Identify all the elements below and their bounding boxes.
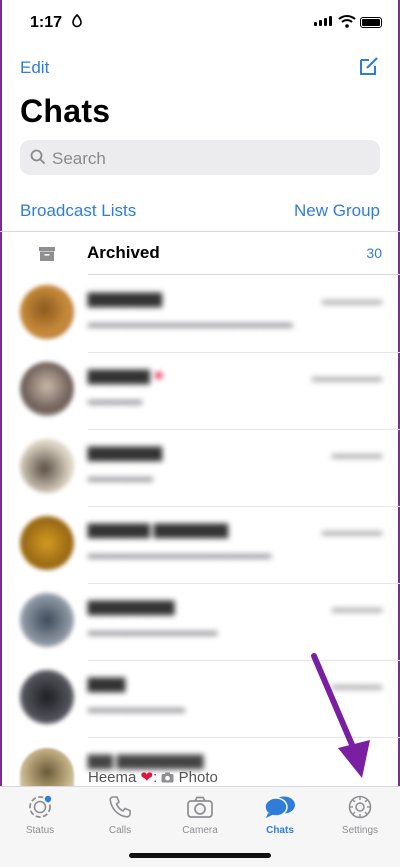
chat-row[interactable]: ▆▆▆▆▆ ● ▂▂▂▂▂ ▂▂▂▂▂▂▂ [0,352,400,430]
wifi-icon [338,14,356,33]
avatar [20,748,74,788]
avatar [20,516,74,570]
timestamp-blurred: ▂▂▂▂▂▂▂ [312,366,382,381]
avatar [20,439,74,493]
heart-icon: ❤ [140,769,154,786]
status-icon [0,793,80,821]
avatar [20,362,74,416]
message-preview-blurred: ▂▂▂▂▂▂▂▂▂▂▂▂▂▂▂▂▂ [88,542,272,558]
tab-calls[interactable]: Calls [80,793,160,836]
search-icon [30,149,46,170]
tab-status[interactable]: Status [0,793,80,836]
avatar [20,285,74,339]
location-icon [71,13,83,31]
home-indicator [129,853,271,858]
tab-label: Calls [108,825,132,836]
search-input[interactable] [50,140,354,177]
photo-label: Photo [178,769,218,786]
tab-chats[interactable]: Chats [240,793,320,836]
tab-settings[interactable]: Settings [320,793,400,836]
message-preview-blurred: ▂▂▂▂▂▂▂▂▂▂▂▂ [88,619,218,635]
tab-label: Status [25,825,55,836]
timestamp-blurred: ▂▂▂▂▂ [332,597,382,612]
timestamp-blurred: ▂▂▂▂▂▂ [322,289,382,304]
chat-row[interactable]: ▆▆▆▆▆▆ ▂▂▂▂▂▂ ▂▂▂▂▂ [0,429,400,507]
contact-name-blurred: ▆▆ ▆▆▆▆▆▆▆ [88,752,204,769]
message-preview-blurred: ▂▂▂▂▂ [88,388,142,404]
avatar [20,670,74,724]
status-bar: 1:17 [0,0,400,46]
page-title: Chats [20,93,111,129]
battery-icon [360,17,382,28]
contact-name-blurred: ▆▆▆▆▆ ▆▆▆▆▆▆ [88,521,228,538]
archived-label: Archived [87,243,160,262]
avatar [20,593,74,647]
photo-camera-icon [161,769,178,786]
sender-name: Heema [88,769,137,786]
archive-icon [38,246,56,267]
contact-name-blurred: ▆▆▆ [88,675,125,692]
broadcast-lists-link[interactable]: Broadcast Lists [20,201,136,221]
chat-row[interactable]: ▆▆▆▆▆ ▆▆▆▆▆▆ ▂▂▂▂▂▂▂▂▂▂▂▂▂▂▂▂▂ ▂▂▂▂▂▂ [0,506,400,584]
tab-label: Chats [266,825,294,836]
archived-row[interactable]: Archived 30 [0,232,400,274]
gear-icon [320,793,400,821]
chats-icon [240,793,320,821]
annotation-arrow [311,653,370,778]
sender-suffix: : [153,769,158,786]
cellular-signal-icon [314,16,332,26]
camera-icon [160,793,240,821]
message-preview: Heema ❤: Photo [88,768,218,786]
status-time: 1:17 [30,14,63,31]
contact-name-blurred: ▆▆▆▆▆▆ [88,444,162,461]
search-bar[interactable] [20,140,380,177]
compose-icon[interactable] [358,55,380,82]
message-preview-blurred: ▂▂▂▂▂▂ [88,465,153,481]
archived-count: 30 [366,245,382,261]
timestamp-blurred: ▂▂▂▂▂ [332,443,382,458]
message-preview-blurred: ▂▂▂▂▂▂▂▂▂▂▂▂▂▂▂▂▂▂▂ [88,311,293,327]
tab-label: Camera [182,825,218,836]
chat-row[interactable]: ▆▆▆▆▆▆ ▂▂▂▂▂▂▂▂▂▂▂▂▂▂▂▂▂▂▂ ▂▂▂▂▂▂ [0,275,400,353]
message-preview-blurred: ▂▂▂▂▂▂▂▂▂ [88,696,185,712]
phone-icon [80,793,160,821]
contact-name-blurred: ▆▆▆▆▆▆▆ [88,598,175,615]
contact-name-blurred: ▆▆▆▆▆▆ [88,290,162,307]
new-group-link[interactable]: New Group [294,201,380,221]
timestamp-blurred: ▂▂▂▂▂▂ [322,520,382,535]
contact-name-blurred: ▆▆▆▆▆ ● [88,367,164,384]
tab-camera[interactable]: Camera [160,793,240,836]
edit-button[interactable]: Edit [20,58,49,78]
list-actions: Broadcast Lists New Group [20,201,380,221]
tab-label: Settings [341,825,379,836]
